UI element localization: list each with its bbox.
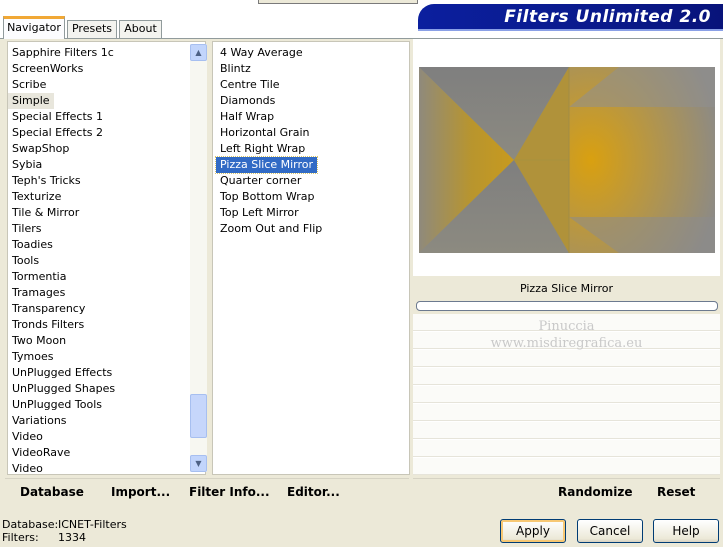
scroll-up-button[interactable]: ▲ [190, 44, 207, 61]
category-item[interactable]: Tilers [8, 221, 46, 237]
tab-presets[interactable]: Presets [67, 20, 117, 38]
apply-button[interactable]: Apply [500, 519, 566, 543]
scroll-down-button[interactable]: ▼ [190, 455, 207, 472]
filters-count-value: 1334 [58, 531, 86, 544]
param-row [413, 422, 720, 439]
param-row [413, 458, 720, 475]
filter-item[interactable]: Left Right Wrap [216, 141, 309, 157]
tab-about[interactable]: About [119, 20, 162, 38]
category-item[interactable]: Toadies [8, 237, 57, 253]
category-item[interactable]: Tools [8, 253, 43, 269]
filter-item[interactable]: Quarter corner [216, 173, 305, 189]
filter-info-button[interactable]: Filter Info... [189, 479, 270, 505]
filter-list[interactable]: 4 Way Average Blintz Centre Tile Diamonds Ha… [212, 41, 410, 475]
filter-item[interactable]: Zoom Out and Flip [216, 221, 326, 237]
progress-bar [416, 301, 718, 311]
filter-item[interactable]: Top Left Mirror [216, 205, 303, 221]
editor-button[interactable]: Editor... [287, 479, 340, 505]
category-item[interactable]: Tile & Mirror [8, 205, 83, 221]
database-label: Database: [2, 518, 59, 531]
category-item[interactable]: Video [8, 461, 47, 477]
category-item[interactable]: Variations [8, 413, 71, 429]
category-item[interactable]: Special Effects 2 [8, 125, 107, 141]
reset-button[interactable]: Reset [657, 479, 695, 505]
category-item[interactable]: Tymoes [8, 349, 57, 365]
category-item[interactable]: Two Moon [8, 333, 70, 349]
database-value: ICNET-Filters [58, 518, 127, 531]
param-row [413, 440, 720, 457]
cancel-button[interactable]: Cancel [577, 519, 643, 543]
category-item[interactable]: Transparency [8, 301, 89, 317]
navigator-panel: Sapphire Filters 1c ScreenWorks Scribe Simp… [3, 39, 720, 506]
param-row [413, 350, 720, 367]
category-item[interactable]: SwapShop [8, 141, 73, 157]
category-item[interactable]: Sapphire Filters 1c [8, 45, 118, 61]
category-item[interactable]: ScreenWorks [8, 61, 87, 77]
filter-item[interactable]: Top Bottom Wrap [216, 189, 319, 205]
category-item[interactable]: Teph's Tricks [8, 173, 85, 189]
filter-item[interactable]: Diamonds [216, 93, 279, 109]
tab-navigator[interactable]: Navigator [3, 16, 65, 39]
category-list[interactable]: Sapphire Filters 1c ScreenWorks Scribe Simp… [7, 41, 207, 477]
category-item[interactable]: Sybia [8, 157, 46, 173]
category-item[interactable]: Scribe [8, 77, 50, 93]
current-filter-name: Pizza Slice Mirror [413, 278, 720, 300]
category-item[interactable]: UnPlugged Effects [8, 365, 116, 381]
filter-item[interactable]: 4 Way Average [216, 45, 307, 61]
category-item[interactable]: Texturize [8, 189, 65, 205]
watermark-line2: www.misdiregrafica.eu [490, 336, 643, 351]
filter-item[interactable]: Horizontal Grain [216, 125, 313, 141]
list-toolbar: Database Import... Filter Info... Editor… [5, 478, 409, 504]
param-row [413, 368, 720, 385]
filter-item[interactable]: Pizza Slice Mirror [214, 156, 319, 174]
filter-item[interactable]: Half Wrap [216, 109, 278, 125]
window-edge [258, 0, 418, 4]
category-scrollbar[interactable]: ▲ ▼ [190, 44, 207, 472]
parameter-area: Pinuccia www.misdiregrafica.eu [413, 314, 720, 475]
help-button[interactable]: Help [653, 519, 719, 543]
import-button[interactable]: Import... [111, 479, 170, 505]
category-item[interactable]: Video [8, 429, 47, 445]
preview-image [419, 67, 715, 253]
filters-count-label: Filters: [2, 531, 39, 544]
category-item[interactable]: Tronds Filters [8, 317, 88, 333]
category-item[interactable]: Simple [8, 93, 54, 109]
filter-item[interactable]: Blintz [216, 61, 255, 77]
category-item[interactable]: VideoRave [8, 445, 74, 461]
watermark-line1: Pinuccia [538, 319, 595, 334]
category-item[interactable]: Special Effects 1 [8, 109, 107, 125]
database-button[interactable]: Database [20, 479, 84, 505]
category-item[interactable]: Tramages [8, 285, 69, 301]
param-row [413, 404, 720, 421]
category-item[interactable]: UnPlugged Tools [8, 397, 106, 413]
category-item[interactable]: Tormentia [8, 269, 70, 285]
filter-item[interactable]: Centre Tile [216, 77, 284, 93]
preview-panel [413, 39, 720, 276]
category-item[interactable]: UnPlugged Shapes [8, 381, 119, 397]
randomize-button[interactable]: Randomize [558, 479, 632, 505]
scroll-thumb[interactable] [190, 394, 207, 438]
app-banner-title: Filters Unlimited 2.0 [418, 4, 723, 31]
database-info: Database:ICNET-Filters Filters: 1334 [2, 518, 127, 544]
preview-toolbar: Randomize Reset [413, 478, 720, 504]
param-row [413, 386, 720, 403]
